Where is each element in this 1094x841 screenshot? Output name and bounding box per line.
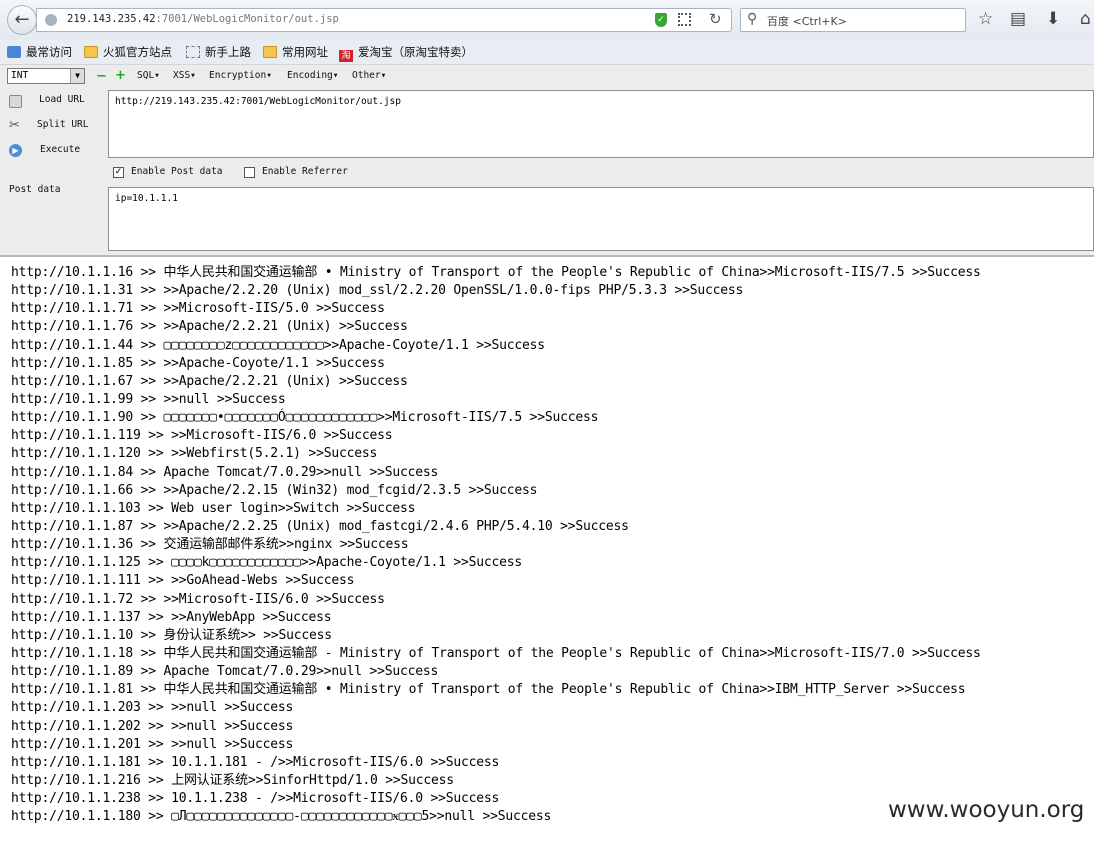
hackbar-toolbar: INT ▼ − + SQL▾ XSS▾ Encryption▾ Encoding▾… <box>0 65 1094 88</box>
output-line: http://10.1.1.202 >> >>null >>Success <box>11 718 294 734</box>
output-line: http://10.1.1.90 >> ▢▢▢▢▢▢▢•▢▢▢▢▢▢▢Ó▢▢▢▢… <box>11 410 599 426</box>
hackbar-panel: INT ▼ − + SQL▾ XSS▾ Encryption▾ Encoding▾… <box>0 65 1094 257</box>
enable-post-label: Enable Post data <box>131 166 223 177</box>
output-line: http://10.1.1.72 >> >>Microsoft-IIS/6.0 … <box>11 591 385 607</box>
output-line: http://10.1.1.125 >> ▢▢▢▢k▢▢▢▢▢▢▢▢▢▢▢▢>>… <box>11 555 522 571</box>
bookmarks-toolbar: 最常访问 火狐官方站点 新手上路 常用网址 淘爱淘宝（原淘宝特卖） <box>0 40 1094 65</box>
output-line: http://10.1.1.85 >> >>Apache-Coyote/1.1 … <box>11 355 385 371</box>
bookmark-label: 最常访问 <box>26 45 72 59</box>
address-bar[interactable]: 219.143.235.42:7001/WebLogicMonitor/out.… <box>36 8 732 32</box>
bookmark-star-icon[interactable]: ☆ <box>978 9 993 29</box>
search-icon: ⚲ <box>747 11 758 27</box>
back-button[interactable]: ← <box>7 5 37 35</box>
plus-icon[interactable]: + <box>115 68 126 83</box>
output-line: http://10.1.1.84 >> Apache Tomcat/7.0.29… <box>11 464 439 480</box>
enable-referrer-label: Enable Referrer <box>262 166 348 177</box>
type-select[interactable]: INT ▼ <box>7 68 85 84</box>
post-data-label: Post data <box>9 184 61 195</box>
home-icon[interactable]: ⌂ <box>1080 9 1091 29</box>
scissors-icon[interactable]: ✂ <box>9 119 22 132</box>
post-data-value: ip=10.1.1.1 <box>115 193 178 204</box>
qr-code-icon[interactable] <box>678 13 691 26</box>
enable-post-checkbox[interactable]: ✓ <box>113 167 124 178</box>
minus-icon[interactable]: − <box>96 69 107 84</box>
enable-referrer-checkbox[interactable] <box>244 167 255 178</box>
output-line: http://10.1.1.137 >> >>AnyWebApp >>Succe… <box>11 609 332 625</box>
load-url-button[interactable]: Load URL <box>39 94 85 105</box>
output-line: http://10.1.1.89 >> Apache Tomcat/7.0.29… <box>11 664 439 680</box>
url-path: :7001/WebLogicMonitor/out.jsp <box>155 13 339 25</box>
output-line: http://10.1.1.99 >> >>null >>Success <box>11 391 286 407</box>
execute-icon[interactable]: ▶ <box>9 144 22 157</box>
output-line: http://10.1.1.66 >> >>Apache/2.2.15 (Win… <box>11 482 538 498</box>
shield-icon[interactable]: ✓ <box>655 13 667 27</box>
output-line: http://10.1.1.67 >> >>Apache/2.2.21 (Uni… <box>11 373 408 389</box>
globe-icon <box>45 14 57 26</box>
url-textarea[interactable]: http://219.143.235.42:7001/WebLogicMonit… <box>108 90 1094 158</box>
frequent-icon <box>7 46 21 58</box>
download-icon[interactable]: ⬇ <box>1046 9 1060 29</box>
menu-xss[interactable]: XSS▾ <box>173 70 196 81</box>
folder-icon <box>84 46 98 58</box>
output-line: http://10.1.1.10 >> 身份认证系统>> >>Success <box>11 627 332 643</box>
output-line: http://10.1.1.203 >> >>null >>Success <box>11 700 294 716</box>
address-text[interactable]: 219.143.235.42:7001/WebLogicMonitor/out.… <box>67 13 339 25</box>
reload-icon[interactable]: ↻ <box>709 10 722 28</box>
bookmark-label: 爱淘宝（原淘宝特卖） <box>358 45 473 59</box>
chevron-down-icon[interactable]: ▼ <box>70 69 84 83</box>
bookmark-label: 新手上路 <box>205 45 251 59</box>
split-url-button[interactable]: Split URL <box>37 119 88 130</box>
bookmark-getting-started[interactable]: 新手上路 <box>186 44 251 60</box>
bookmark-taobao[interactable]: 淘爱淘宝（原淘宝特卖） <box>339 44 473 62</box>
taobao-icon: 淘 <box>339 50 353 62</box>
bookmark-common-sites[interactable]: 常用网址 <box>263 44 328 60</box>
bookmark-frequent[interactable]: 最常访问 <box>7 44 72 60</box>
url-host: 219.143.235.42 <box>67 13 156 25</box>
output-line: http://10.1.1.216 >> 上网认证系统>>SinforHttpd… <box>11 772 454 788</box>
menu-sql[interactable]: SQL▾ <box>137 70 160 81</box>
bookmark-label: 火狐官方站点 <box>103 45 172 59</box>
post-data-textarea[interactable]: ip=10.1.1.1 <box>108 187 1094 251</box>
output-line: http://10.1.1.201 >> >>null >>Success <box>11 736 294 752</box>
output-line: http://10.1.1.120 >> >>Webfirst(5.2.1) >… <box>11 446 378 462</box>
search-box[interactable]: ⚲ 百度 <Ctrl+K> <box>740 8 966 32</box>
dashed-box-icon <box>186 46 200 58</box>
output-line: http://10.1.1.111 >> >>GoAhead-Webs >>Su… <box>11 573 355 589</box>
output-line: http://10.1.1.103 >> Web user login>>Swi… <box>11 500 416 516</box>
output-line: http://10.1.1.18 >> 中华人民共和国交通运输部 - Minis… <box>11 645 981 661</box>
output-line: http://10.1.1.36 >> 交通运输部邮件系统>>nginx >>S… <box>11 537 409 553</box>
reading-list-icon[interactable]: ▤ <box>1010 9 1026 29</box>
output-line: http://10.1.1.81 >> 中华人民共和国交通运输部 • Minis… <box>11 682 966 698</box>
folder-icon <box>263 46 277 58</box>
menu-encryption[interactable]: Encryption▾ <box>209 70 272 81</box>
output-line: http://10.1.1.76 >> >>Apache/2.2.21 (Uni… <box>11 319 408 335</box>
bookmark-firefox-official[interactable]: 火狐官方站点 <box>84 44 172 60</box>
output-line: http://10.1.1.31 >> >>Apache/2.2.20 (Uni… <box>11 283 744 299</box>
type-select-value: INT <box>11 70 29 81</box>
output-line: http://10.1.1.71 >> >>Microsoft-IIS/5.0 … <box>11 301 385 317</box>
output-line: http://10.1.1.87 >> >>Apache/2.2.25 (Uni… <box>11 518 629 534</box>
watermark: www.wooyun.org <box>888 797 1085 823</box>
output-line: http://10.1.1.181 >> 10.1.1.181 - />>Mic… <box>11 754 500 770</box>
execute-button[interactable]: Execute <box>40 144 80 155</box>
menu-other[interactable]: Other▾ <box>352 70 386 81</box>
browser-navbar: ← 219.143.235.42:7001/WebLogicMonitor/ou… <box>0 0 1094 41</box>
output-line: http://10.1.1.119 >> >>Microsoft-IIS/6.0… <box>11 428 393 444</box>
url-textarea-value: http://219.143.235.42:7001/WebLogicMonit… <box>115 96 401 107</box>
output-line: http://10.1.1.44 >> ▢▢▢▢▢▢▢▢z▢▢▢▢▢▢▢▢▢▢▢… <box>11 337 545 353</box>
output-line: http://10.1.1.16 >> 中华人民共和国交通运输部 • Minis… <box>11 265 981 280</box>
search-input[interactable]: 百度 <Ctrl+K> <box>767 13 847 29</box>
load-url-icon[interactable] <box>9 95 22 108</box>
menu-encoding[interactable]: Encoding▾ <box>287 70 338 81</box>
scan-output: http://10.1.1.16 >> 中华人民共和国交通运输部 • Minis… <box>11 264 1091 826</box>
bookmark-label: 常用网址 <box>282 45 328 59</box>
